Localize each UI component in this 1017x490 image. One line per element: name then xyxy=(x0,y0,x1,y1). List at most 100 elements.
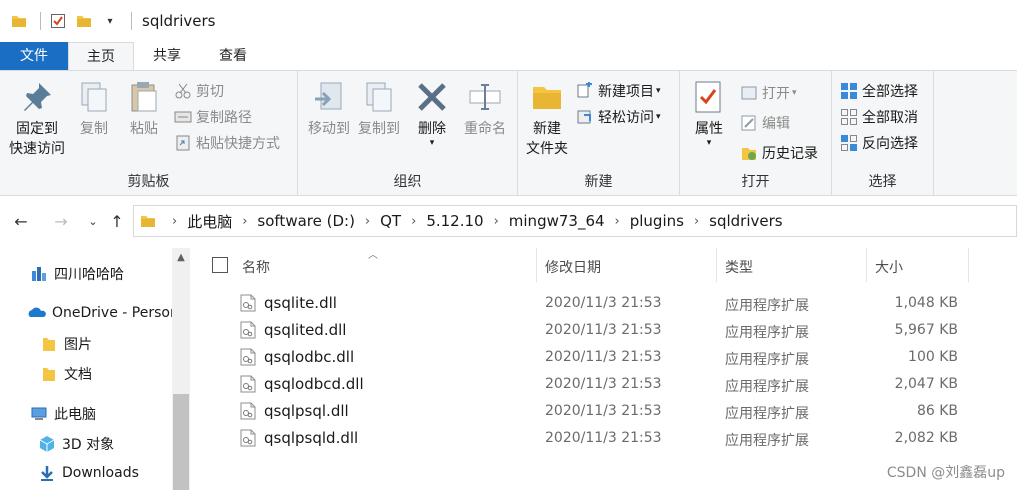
new-folder-icon[interactable] xyxy=(73,10,95,32)
file-row[interactable]: qsqlited.dll 2020/11/3 21:53 应用程序扩展 5,967 K… xyxy=(190,317,1017,344)
select-all-checkbox[interactable] xyxy=(212,257,228,273)
properties-button[interactable]: 属性 ▾ xyxy=(686,79,732,148)
nav-item-quick-access[interactable]: 四川哈哈哈 xyxy=(30,264,124,284)
nav-item-onedrive[interactable]: OneDrive - Personal xyxy=(28,304,172,322)
breadcrumb-plugins[interactable]: plugins xyxy=(630,212,684,230)
select-all-label: 全部选择 xyxy=(862,84,918,100)
chevron-right-icon: › xyxy=(614,213,620,229)
select-none-button[interactable]: 全部取消 xyxy=(840,105,918,129)
easy-access-button[interactable]: 轻松访问 ▾ xyxy=(576,105,661,129)
breadcrumb-sqldrivers[interactable]: sqldrivers xyxy=(709,212,782,230)
delete-x-icon xyxy=(418,83,446,111)
column-divider[interactable] xyxy=(716,248,717,282)
edit-button[interactable]: 编辑 xyxy=(740,111,790,135)
nav-item-pictures[interactable]: 图片 xyxy=(40,334,92,354)
nav-label: 此电脑 xyxy=(54,407,96,423)
file-type: 应用程序扩展 xyxy=(725,352,809,368)
copy-button[interactable]: 复制 xyxy=(72,79,116,139)
column-header-size[interactable]: 大小 xyxy=(875,256,903,280)
open-group: 属性 ▾ 打开 ▾ 编辑 历史记录 打开 xyxy=(680,71,832,195)
file-row[interactable]: qsqlodbc.dll 2020/11/3 21:53 应用程序扩展 100 KB xyxy=(190,344,1017,371)
column-divider[interactable] xyxy=(968,248,969,282)
file-row[interactable]: qsqlite.dll 2020/11/3 21:53 应用程序扩展 1,048 KB xyxy=(190,290,1017,317)
nav-scrollbar[interactable]: ▲ xyxy=(172,248,190,490)
file-date: 2020/11/3 21:53 xyxy=(545,403,662,419)
file-date: 2020/11/3 21:53 xyxy=(545,376,662,392)
address-bar[interactable]: › 此电脑 › software (D:) › QT › 5.12.10 › m… xyxy=(133,205,1017,237)
up-arrow-icon[interactable]: ↑ xyxy=(106,210,128,232)
folder-icon xyxy=(43,368,55,381)
forward-arrow-icon[interactable]: → xyxy=(50,210,72,232)
pin-icon xyxy=(24,83,51,111)
chevron-right-icon: › xyxy=(411,213,417,229)
nav-item-this-pc[interactable]: 此电脑 xyxy=(30,404,96,424)
select-none-label: 全部取消 xyxy=(862,110,918,126)
column-header-date[interactable]: 修改日期 xyxy=(545,256,601,280)
breadcrumb-version[interactable]: 5.12.10 xyxy=(426,212,483,230)
cut-button[interactable]: 剪切 xyxy=(174,79,224,103)
scroll-thumb[interactable] xyxy=(173,394,189,490)
paste-shortcut-button[interactable]: 粘贴快捷方式 xyxy=(174,131,280,155)
breadcrumb-qt[interactable]: QT xyxy=(380,212,401,230)
invert-selection-icon xyxy=(841,135,857,151)
breadcrumb-drive[interactable]: software (D:) xyxy=(257,212,355,230)
copy-path-icon xyxy=(174,111,192,123)
select-all-button[interactable]: 全部选择 xyxy=(840,79,918,103)
tab-share[interactable]: 共享 xyxy=(134,42,200,70)
tab-view[interactable]: 查看 xyxy=(200,42,266,70)
delete-button[interactable]: 删除 ▾ xyxy=(412,79,452,148)
file-name: qsqlpsqld.dll xyxy=(264,429,359,447)
file-name-cell: qsqlodbc.dll xyxy=(240,348,354,366)
new-item-button[interactable]: 新建项目 ▾ xyxy=(576,79,661,103)
file-size: 5,967 KB xyxy=(894,322,958,338)
customize-toolbar-icon[interactable]: ▾ xyxy=(99,10,121,32)
nav-item-3d-objects[interactable]: 3D 对象 xyxy=(38,434,114,454)
properties-check-icon[interactable] xyxy=(47,10,69,32)
invert-selection-button[interactable]: 反向选择 xyxy=(840,131,918,155)
clipboard-group-label: 剪贴板 xyxy=(127,174,170,190)
move-to-button[interactable]: 移动到 xyxy=(304,79,354,139)
rename-label: 重命名 xyxy=(464,121,506,137)
scroll-up-icon[interactable]: ▲ xyxy=(172,248,190,266)
open-button[interactable]: 打开 ▾ xyxy=(740,81,797,105)
file-name-cell: qsqlpsqld.dll xyxy=(240,429,358,447)
tab-home[interactable]: 主页 xyxy=(68,42,134,70)
nav-item-downloads[interactable]: Downloads xyxy=(38,464,139,482)
watermark: CSDN @刘鑫磊up xyxy=(886,465,1005,481)
file-row[interactable]: qsqlpsql.dll 2020/11/3 21:53 应用程序扩展 86 KB xyxy=(190,398,1017,425)
computer-icon xyxy=(31,407,47,420)
column-header-type[interactable]: 类型 xyxy=(725,256,753,280)
new-item-icon xyxy=(577,82,592,98)
file-name-cell: qsqlited.dll xyxy=(240,321,346,339)
rename-button[interactable]: 重命名 xyxy=(458,79,512,139)
nav-item-documents[interactable]: 文档 xyxy=(40,364,92,384)
3d-objects-icon xyxy=(39,436,55,452)
new-folder-button[interactable]: 新建 文件夹 xyxy=(522,79,572,159)
paste-shortcut-label: 粘贴快捷方式 xyxy=(196,136,280,152)
chevron-right-icon: › xyxy=(172,213,178,229)
copy-path-button[interactable]: 复制路径 xyxy=(174,105,252,129)
breadcrumb-mingw[interactable]: mingw73_64 xyxy=(509,212,605,230)
file-size: 2,082 KB xyxy=(894,430,958,446)
file-row[interactable]: qsqlodbcd.dll 2020/11/3 21:53 应用程序扩展 2,047 … xyxy=(190,371,1017,398)
file-row[interactable]: qsqlpsqld.dll 2020/11/3 21:53 应用程序扩展 2,082 … xyxy=(190,425,1017,452)
tab-file[interactable]: 文件 xyxy=(0,42,68,70)
clipboard-group: 固定到 快速访问 复制 粘贴 剪切 复制路径 粘贴快捷方式 剪贴板 xyxy=(0,71,298,195)
column-divider[interactable] xyxy=(866,248,867,282)
paste-button[interactable]: 粘贴 xyxy=(122,79,166,139)
column-divider[interactable] xyxy=(536,248,537,282)
file-type: 应用程序扩展 xyxy=(725,325,809,341)
nav-label: 3D 对象 xyxy=(62,437,115,453)
easy-access-icon xyxy=(577,110,591,124)
new-item-label: 新建项目 xyxy=(598,84,654,100)
back-arrow-icon[interactable]: ← xyxy=(10,210,32,232)
pin-quick-access-button[interactable]: 固定到 快速访问 xyxy=(6,79,68,159)
breadcrumb-this-pc[interactable]: 此电脑 xyxy=(187,211,232,232)
copy-path-label: 复制路径 xyxy=(196,110,252,126)
nav-label: Downloads xyxy=(62,465,139,481)
column-header-name[interactable]: 名称 xyxy=(242,256,270,280)
copy-to-button[interactable]: 复制到 xyxy=(354,79,404,139)
recent-locations-chevron-icon[interactable]: ⌄ xyxy=(82,210,104,232)
history-button[interactable]: 历史记录 xyxy=(740,141,818,165)
chevron-right-icon: › xyxy=(493,213,499,229)
